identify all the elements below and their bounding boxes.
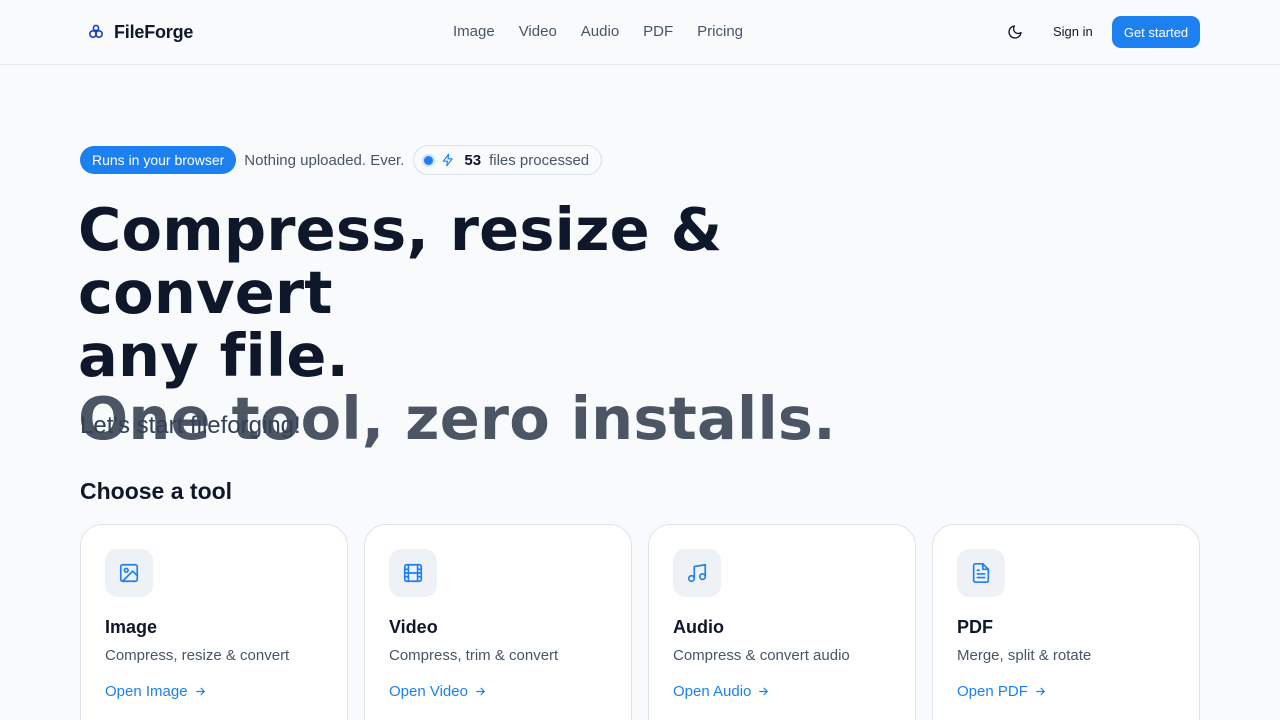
privacy-note: Nothing uploaded. Ever. [244, 151, 405, 169]
hero-line-1: Compress, resize & convert [78, 195, 723, 327]
browser-badge: Runs in your browser [80, 146, 237, 174]
card-link-label: Open Image [105, 683, 188, 700]
card-title: Audio [673, 617, 724, 637]
badge-row: Runs in your browser Nothing uploaded. E… [80, 145, 603, 175]
open-video-link[interactable]: Open Video [389, 683, 487, 700]
open-audio-link[interactable]: Open Audio [673, 683, 770, 700]
moon-icon [1007, 24, 1023, 40]
card-description: Compress, resize & convert [105, 647, 290, 664]
open-pdf-link[interactable]: Open PDF [957, 683, 1047, 700]
open-image-link[interactable]: Open Image [105, 683, 207, 700]
tool-cards: Image Compress, resize & convert Open Im… [80, 524, 1200, 720]
tool-card-audio[interactable]: Audio Compress & convert audio Open Audi… [648, 524, 916, 720]
nav-item-pdf[interactable]: PDF [643, 22, 673, 42]
card-link-label: Open Audio [673, 683, 752, 700]
arrow-right-icon [757, 685, 770, 698]
card-title: Image [105, 617, 158, 637]
files-count: 53 [464, 151, 482, 169]
card-title: Video [389, 617, 438, 637]
nav-item-video[interactable]: Video [519, 22, 557, 42]
nav-item-image[interactable]: Image [453, 22, 495, 42]
music-icon [673, 549, 721, 597]
files-count-label: files processed [489, 151, 590, 169]
image-icon [105, 549, 153, 597]
tool-card-video[interactable]: Video Compress, trim & convert Open Vide… [364, 524, 632, 720]
card-link-label: Open PDF [957, 683, 1028, 700]
main-nav: Image Video Audio PDF Pricing [453, 22, 743, 42]
card-title: PDF [957, 617, 993, 637]
card-link-label: Open Video [389, 683, 468, 700]
arrow-right-icon [474, 685, 487, 698]
nav-item-audio[interactable]: Audio [581, 22, 619, 42]
get-started-button[interactable]: Get started [1112, 16, 1200, 48]
film-icon [389, 549, 437, 597]
tool-card-pdf[interactable]: PDF Merge, split & rotate Open PDF [932, 524, 1200, 720]
card-description: Compress & convert audio [673, 647, 850, 664]
card-description: Compress, trim & convert [389, 647, 559, 664]
arrow-right-icon [194, 685, 207, 698]
file-text-icon [957, 549, 1005, 597]
card-description: Merge, split & rotate [957, 647, 1092, 664]
arrow-right-icon [1034, 685, 1047, 698]
tools-section-title: Choose a tool [80, 478, 233, 504]
brand-logo[interactable]: FileForge [86, 19, 193, 45]
top-header: FileForge Image Video Audio PDF Pricing … [0, 0, 1280, 65]
live-dot-icon [424, 155, 434, 165]
logo-icon [86, 22, 106, 42]
tool-card-image[interactable]: Image Compress, resize & convert Open Im… [80, 524, 348, 720]
hero-subtitle: Let's start fileforging! [80, 412, 301, 439]
sign-in-link[interactable]: Sign in [1053, 22, 1093, 42]
bolt-icon [441, 153, 455, 167]
files-processed-counter: 53 files processed [413, 145, 603, 175]
hero-line-2: any file. [78, 321, 350, 390]
nav-item-pricing[interactable]: Pricing [697, 22, 743, 42]
theme-toggle-button[interactable] [1003, 20, 1027, 44]
brand-name: FileForge [114, 21, 194, 42]
